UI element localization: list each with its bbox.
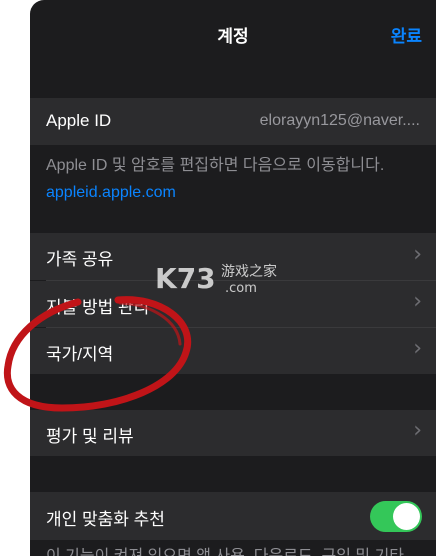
personalization-footer-text: 이 기능이 켜져 있으면 앱 사용, 다운로드, 구입 및 기타 [46, 543, 426, 556]
apple-id-footer: Apple ID 및 암호를 편집하면 다음으로 이동합니다. appleid.… [46, 152, 426, 206]
apple-id-value: elorayyn125@naver.... [259, 112, 420, 129]
apple-id-link[interactable]: appleid.apple.com [46, 179, 426, 206]
personalization-footer: 이 기능이 켜져 있으면 앱 사용, 다운로드, 구입 및 기타 [46, 543, 426, 556]
chevron-right-icon: › [413, 336, 422, 361]
page-title: 계정 [217, 27, 249, 46]
sidebar-item-family-sharing[interactable]: 가족 공유 › [30, 233, 436, 280]
chevron-right-icon: › [413, 418, 422, 443]
personalized-recommendations-row: 개인 맞춤화 추천 [30, 492, 436, 540]
manage-payment-row[interactable]: 지불 방법 관리 › [30, 281, 436, 327]
chevron-right-icon: › [413, 289, 422, 314]
nav-bar: 계정 완료 [30, 0, 436, 64]
country-region-label: 국가/지역 [46, 345, 114, 364]
ratings-reviews-row[interactable]: 평가 및 리뷰 › [30, 410, 436, 456]
ratings-reviews-label: 평가 및 리뷰 [46, 427, 134, 446]
chevron-right-icon: › [413, 242, 422, 267]
done-button[interactable]: 완료 [391, 22, 422, 47]
personalized-recommendations-toggle[interactable] [370, 501, 422, 532]
manage-payment-label: 지불 방법 관리 [46, 298, 150, 317]
family-sharing-label: 가족 공유 [46, 250, 114, 269]
country-region-row[interactable]: 국가/지역 › [30, 328, 436, 374]
account-sheet: 계정 완료 Apple ID elorayyn125@naver.... App… [30, 0, 436, 556]
toggle-knob [393, 503, 420, 530]
apple-id-label: Apple ID [46, 111, 112, 130]
apple-id-footer-text: Apple ID 및 암호를 편집하면 다음으로 이동합니다. [46, 157, 385, 174]
personalized-recommendations-label: 개인 맞춤화 추천 [46, 510, 165, 529]
